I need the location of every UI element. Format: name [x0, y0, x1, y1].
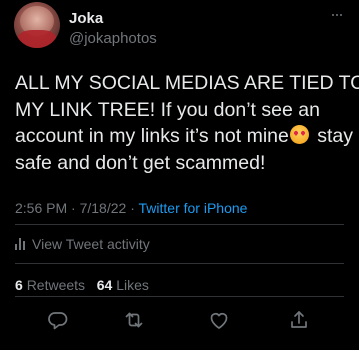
tweet-line-text: stay: [311, 125, 354, 148]
tweet-detail: Joka @jokaphotos ALL MY SOCIAL MEDIAS AR…: [0, 0, 359, 350]
tweet-line: ALL MY SOCIAL MEDIAS ARE TIED TO: [15, 72, 359, 94]
user-handle[interactable]: @jokaphotos: [69, 30, 157, 47]
smiling-face-with-hearts-icon: [289, 125, 309, 145]
likes-stat[interactable]: 64 Likes: [97, 277, 149, 293]
analytics-icon: [15, 238, 25, 250]
display-name[interactable]: Joka: [69, 10, 103, 27]
avatar[interactable]: [14, 2, 60, 48]
retweets-label: Retweets: [26, 277, 86, 293]
action-bar: [0, 308, 359, 332]
tweet-date[interactable]: 7/18/22: [80, 200, 127, 216]
likes-count: 64: [96, 277, 113, 293]
tweet-source-link[interactable]: Twitter for iPhone: [139, 200, 248, 216]
tweet-line: safe and don’t get scammed!: [15, 152, 266, 175]
retweet-icon[interactable]: [122, 308, 146, 332]
divider: [15, 296, 344, 297]
share-icon[interactable]: [287, 308, 311, 332]
tweet-meta: 2:56 PM · 7/18/22 · Twitter for iPhone: [15, 200, 247, 216]
tweet-line: MY LINK TREE! If you don’t see an: [15, 98, 320, 121]
tweet-line-text: account in my links it’s not mine: [15, 125, 289, 148]
divider: [15, 224, 344, 225]
view-tweet-activity-label: View Tweet activity: [32, 236, 150, 252]
meta-separator: ·: [67, 200, 80, 216]
tweet-line: account in my links it’s not mine stay: [15, 123, 355, 150]
view-tweet-activity-button[interactable]: View Tweet activity: [15, 236, 150, 252]
like-icon[interactable]: [207, 308, 231, 332]
tweet-time[interactable]: 2:56 PM: [15, 200, 67, 216]
more-options-icon[interactable]: [326, 8, 348, 22]
retweets-count: 6: [15, 277, 23, 293]
retweets-stat[interactable]: 6 Retweets: [15, 277, 85, 293]
divider: [15, 263, 344, 264]
tweet-stats: 6 Retweets 64 Likes: [15, 277, 149, 293]
reply-icon[interactable]: [46, 308, 70, 332]
meta-separator: ·: [126, 200, 139, 216]
likes-label: Likes: [116, 277, 149, 293]
avatar-clothing: [18, 30, 56, 48]
tweet-text: ALL MY SOCIAL MEDIAS ARE TIED TO MY LINK…: [15, 70, 359, 177]
